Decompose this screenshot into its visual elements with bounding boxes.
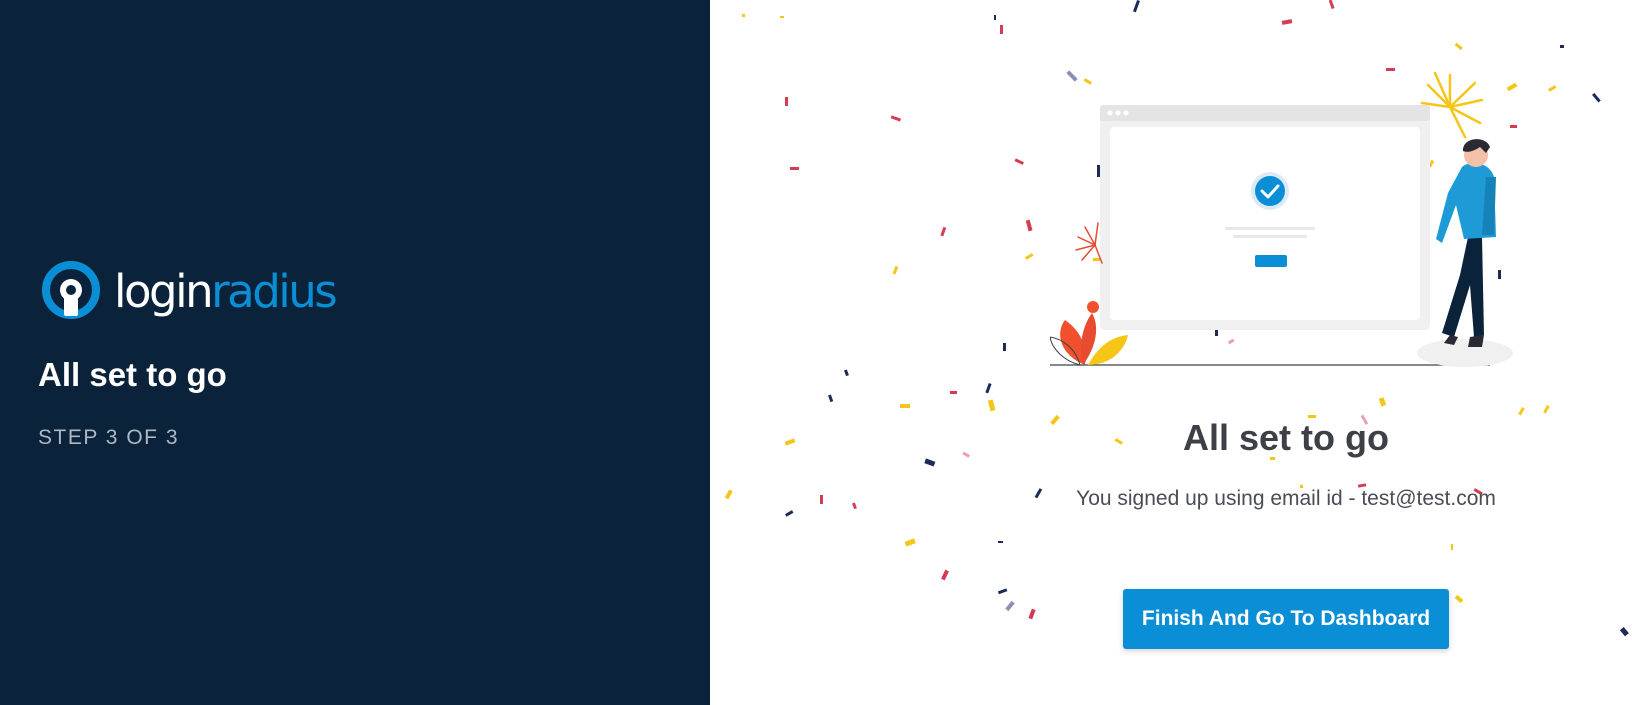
browser-window-icon bbox=[1100, 105, 1430, 330]
step-indicator: STEP 3 OF 3 bbox=[38, 426, 179, 449]
celebration-illustration bbox=[1050, 71, 1513, 367]
logo-wordmark-radius: radius bbox=[211, 264, 338, 318]
main-title: All set to go bbox=[1183, 417, 1389, 458]
finish-dashboard-button[interactable]: Finish And Go To Dashboard bbox=[1123, 589, 1449, 649]
loginradius-logo-icon bbox=[42, 261, 100, 319]
loginradius-logo: loginradius bbox=[40, 260, 338, 322]
main-panel: All set to go You signed up using email … bbox=[710, 0, 1632, 705]
signup-message: You signed up using email id - test@test… bbox=[1076, 487, 1496, 510]
logo-wordmark: loginradius bbox=[114, 269, 338, 314]
sidebar-title: All set to go bbox=[38, 356, 227, 393]
person-icon bbox=[1417, 139, 1513, 367]
checkmark-circle-icon bbox=[1251, 172, 1289, 210]
logo-wordmark-login: login bbox=[114, 264, 214, 318]
left-panel: loginradius All set to go STEP 3 OF 3 bbox=[0, 0, 710, 705]
